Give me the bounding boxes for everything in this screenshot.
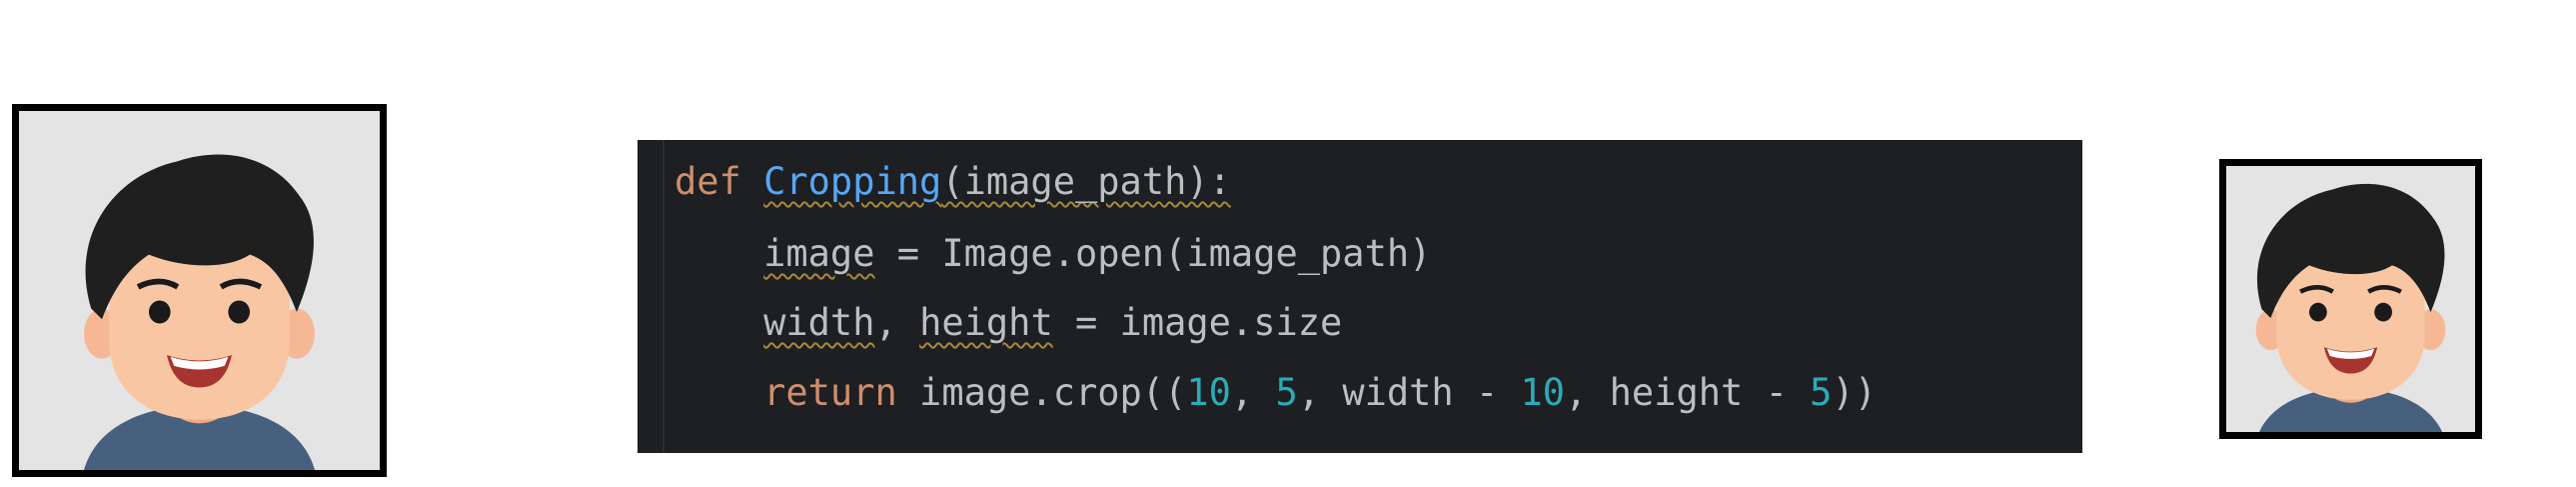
- code-token: 5: [1275, 371, 1298, 414]
- editor-gutter: [662, 140, 664, 453]
- code-token: image.crop((: [896, 371, 1187, 414]
- code-token: 5: [1810, 371, 1833, 414]
- code-token: def: [674, 160, 741, 203]
- cropped-avatar-image: [2226, 166, 2475, 432]
- code-token: , width -: [1297, 371, 1521, 414]
- code-line: def Cropping(image_path):: [674, 158, 1231, 206]
- code-token: )): [1832, 371, 1877, 414]
- code-token: width: [763, 301, 875, 344]
- cropped-image-frame: [2219, 159, 2482, 439]
- code-token: height: [919, 301, 1053, 344]
- code-token: ,: [874, 301, 920, 344]
- code-editor-panel: def Cropping(image_path): image = Image.…: [638, 140, 2082, 453]
- code-token: = Image.open(image_path): [874, 232, 1432, 275]
- code-line: width, height = image.size: [674, 299, 1342, 347]
- original-avatar-image: [19, 111, 380, 470]
- code-token: return: [763, 371, 897, 414]
- code-token: = image.size: [1052, 301, 1343, 344]
- code-line: return image.crop((10, 5, width - 10, he…: [674, 369, 1877, 417]
- code-token: 10: [1186, 371, 1231, 414]
- code-token: , height -: [1565, 371, 1811, 414]
- original-image-frame: [12, 104, 387, 477]
- code-token: Cropping: [763, 160, 942, 203]
- code-token: image: [763, 232, 875, 275]
- code-token: 10: [1520, 371, 1566, 414]
- code-token: ,: [1230, 371, 1276, 414]
- code-token: (image_path):: [941, 160, 1231, 203]
- code-line: image = Image.open(image_path): [674, 230, 1431, 278]
